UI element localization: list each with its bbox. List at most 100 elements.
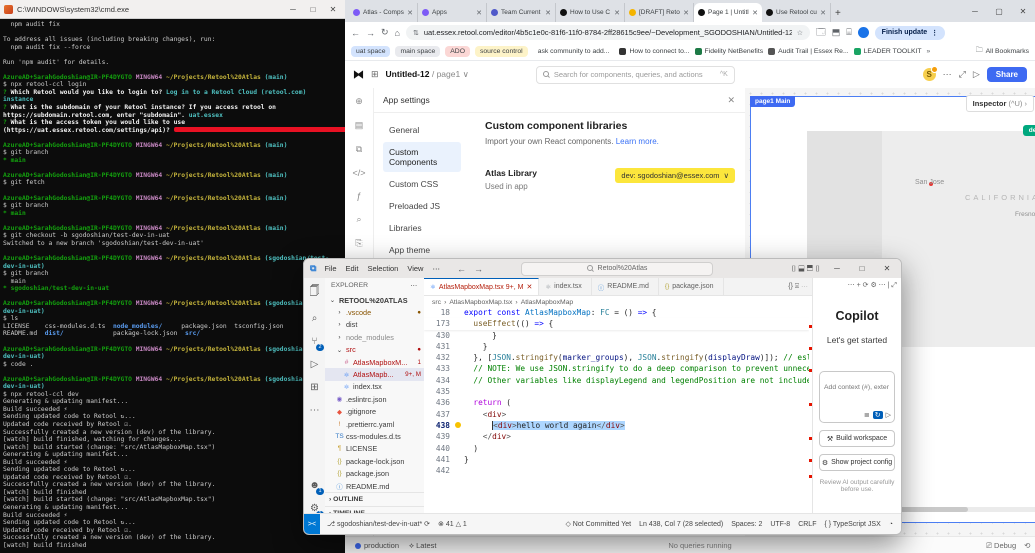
address-bar[interactable]: ⇅ uat.essex.retool.com/editor/4b5c1e0c-8… <box>406 25 810 40</box>
search-icon[interactable]: ⌕ <box>304 313 325 324</box>
browser-close-button[interactable]: ✕ <box>1011 7 1035 16</box>
tab-close-icon[interactable]: ✕ <box>820 9 826 17</box>
back-icon[interactable]: ← <box>351 28 360 38</box>
tree-item-package-lock-json[interactable]: {}package-lock.json <box>325 455 424 467</box>
more-views-icon[interactable]: ⋯ <box>304 405 325 416</box>
settings-nav-libraries[interactable]: Libraries <box>383 218 461 238</box>
vscode-forward-icon[interactable]: → <box>474 264 483 274</box>
copilot-panel-icons[interactable]: ⋯ + ⟳ ⚙ ⋯ | ⤢ <box>813 278 901 293</box>
indentation-status[interactable]: Spaces: 2 <box>731 521 762 528</box>
terminal-close-button[interactable]: ✕ <box>325 5 341 14</box>
search-tabs-icon[interactable]: ⌸ <box>846 27 851 38</box>
rail-icon-2[interactable]: ⧉ <box>356 144 362 155</box>
toggle-panel-icons[interactable]: ⌷ ⬓ ⬒ ⌷ <box>791 264 820 274</box>
history-icon[interactable]: ⟲ <box>1024 541 1030 551</box>
browser-menu-icon[interactable]: ⋮ <box>931 29 938 37</box>
explorer-actions-icon[interactable]: ⋯ <box>410 282 418 290</box>
show-project-config-button[interactable]: ⚙Show project config <box>819 454 895 471</box>
bookmark-item[interactable]: ask community to add... <box>533 46 615 57</box>
more-options-icon[interactable]: ⋯ <box>943 69 952 80</box>
bookmark-item[interactable]: ADO <box>445 46 470 57</box>
tree-item--prettierrc-yaml[interactable]: !.prettierrc.yaml <box>325 418 424 430</box>
expand-icon[interactable]: ⤢ <box>959 69 966 80</box>
app-breadcrumb[interactable]: Untitled-12 / page1 ∨ <box>386 69 469 80</box>
vscode-minimize-button[interactable]: ─ <box>829 264 845 273</box>
bookmark-item[interactable]: Audit Trail | Essex Re... <box>768 48 849 55</box>
finish-update-button[interactable]: Finish update⋮ <box>875 26 946 40</box>
bookmark-item[interactable]: source control <box>475 46 528 57</box>
vscode-close-button[interactable]: ✕ <box>879 264 895 273</box>
tab-close-icon[interactable]: ✕ <box>683 9 689 17</box>
app-grid-icon[interactable]: ⊞ <box>371 69 379 80</box>
editor-tab-AtlasMapboxMap.tsx[interactable]: ⚛AtlasMapboxMap.tsx 9+, M✕ <box>424 278 539 295</box>
run-debug-icon[interactable]: ▷ <box>304 359 325 370</box>
rail-icon-4[interactable]: ƒ <box>356 191 361 201</box>
editor-tab-README.md[interactable]: ⓘREADME.md <box>592 278 659 295</box>
commit-status[interactable]: ◇ Not Committed Yet <box>565 520 631 528</box>
browser-minimize-button[interactable]: ─ <box>963 7 987 16</box>
rail-icon-6[interactable]: ⎘ <box>355 238 362 249</box>
tree-item-css-modules-d-ts[interactable]: TScss-modules.d.ts <box>325 430 424 442</box>
tree-item-readme-md[interactable]: ⓘREADME.md <box>325 480 424 492</box>
menu-edit[interactable]: Edit <box>346 264 359 273</box>
new-tab-button[interactable]: + <box>835 8 841 19</box>
settings-nav-general[interactable]: General <box>383 120 461 140</box>
lightbulb-icon[interactable] <box>455 422 461 428</box>
browser-profile-avatar[interactable] <box>858 27 869 38</box>
remote-indicator[interactable]: >< <box>304 514 320 534</box>
menu-selection[interactable]: Selection <box>367 264 398 273</box>
browser-tab-4[interactable]: How to Use C✕ <box>556 3 625 22</box>
notifications-bell-icon[interactable]: ◔ <box>889 521 893 528</box>
breadcrumb-item[interactable]: AtlasMapboxMap.tsx <box>449 299 512 306</box>
language-mode-status[interactable]: { } TypeScript JSX <box>824 521 880 528</box>
tree-item-retool-20atlas[interactable]: ⌄RETOOL%20ATLAS <box>325 294 424 306</box>
tab-close-icon[interactable]: ✕ <box>526 283 532 291</box>
browser-tab-1[interactable]: Atlas - Comps✕ <box>349 3 418 22</box>
bookmark-item[interactable]: LEADER TOOLKIT <box>854 48 922 55</box>
bookmark-item[interactable]: How to connect to... <box>619 48 689 55</box>
tree-item--vscode[interactable]: ›.vscode● <box>325 306 424 318</box>
tree-item--gitignore[interactable]: ◆.gitignore <box>325 406 424 418</box>
close-icon[interactable]: ✕ <box>727 95 735 106</box>
inspector-button[interactable]: Inspector (^U) › <box>966 95 1034 112</box>
build-workspace-button[interactable]: ⚒Build workspace <box>819 430 895 447</box>
tree-item-atlasmapb-[interactable]: ⚛AtlasMapb...9+, M <box>325 368 424 380</box>
vscode-maximize-button[interactable]: □ <box>854 264 870 273</box>
browser-tab-2[interactable]: Apps✕ <box>418 3 487 22</box>
library-version-dropdown[interactable]: dev: sgodoshian@essex.com ∨ <box>615 168 735 183</box>
browser-tab-6[interactable]: Page 1 | Untitl✕ <box>694 3 762 22</box>
tree-item-node-modules[interactable]: ›node_modules <box>325 331 424 343</box>
forward-icon[interactable]: → <box>366 28 375 38</box>
vscode-back-icon[interactable]: ← <box>457 264 466 274</box>
bookmarks-overflow-chevron[interactable]: » <box>927 48 931 55</box>
retool-logo-icon[interactable]: ⧓ <box>353 68 364 81</box>
release-tag[interactable]: ⟡ Latest <box>409 541 436 551</box>
source-control-icon[interactable]: ⑂2 <box>304 336 325 347</box>
tab-close-icon[interactable]: ✕ <box>476 9 482 17</box>
tab-close-icon[interactable]: ✕ <box>545 9 551 17</box>
tree-item-license[interactable]: ¶LICENSE <box>325 443 424 455</box>
retool-search-input[interactable]: Search for components, queries, and acti… <box>536 66 735 84</box>
terminal-minimize-button[interactable]: ─ <box>285 5 301 14</box>
bookmark-star-icon[interactable]: ☆ <box>797 29 803 37</box>
user-avatar[interactable]: S <box>923 68 936 81</box>
send-icon[interactable]: ▷ <box>886 411 891 419</box>
breadcrumb-item[interactable]: src <box>432 299 441 306</box>
share-button[interactable]: Share <box>987 67 1027 82</box>
side-panel-icon[interactable]: 🗔 <box>816 25 826 41</box>
settings-nav-custom-components[interactable]: Custom Components <box>383 142 461 172</box>
copilot-chat-input[interactable]: Add context (#), exter ≣ ↻ ▷ <box>819 371 895 423</box>
browser-tab-5[interactable]: [DRAFT] Retoo✕ <box>625 3 694 22</box>
mode-icon[interactable]: ↻ <box>873 411 883 419</box>
tree-item--eslintrc-json[interactable]: ◉.eslintrc.json <box>325 393 424 405</box>
editor-tab-package.json[interactable]: {}package.json <box>659 278 724 295</box>
home-icon[interactable]: ⌂ <box>395 28 400 38</box>
terminal-output[interactable]: npm audit fix To address all issues (inc… <box>0 19 345 549</box>
tab-close-icon[interactable]: ✕ <box>614 9 620 17</box>
vscode-command-search[interactable]: Retool%20Atlas <box>521 262 713 276</box>
encoding-status[interactable]: UTF-8 <box>770 521 790 528</box>
eol-status[interactable]: CRLF <box>798 521 816 528</box>
extensions-icon[interactable]: ⊞ <box>304 382 325 393</box>
accounts-icon[interactable]: ☻1 <box>304 480 325 491</box>
settings-nav-custom-css[interactable]: Custom CSS <box>383 174 461 194</box>
